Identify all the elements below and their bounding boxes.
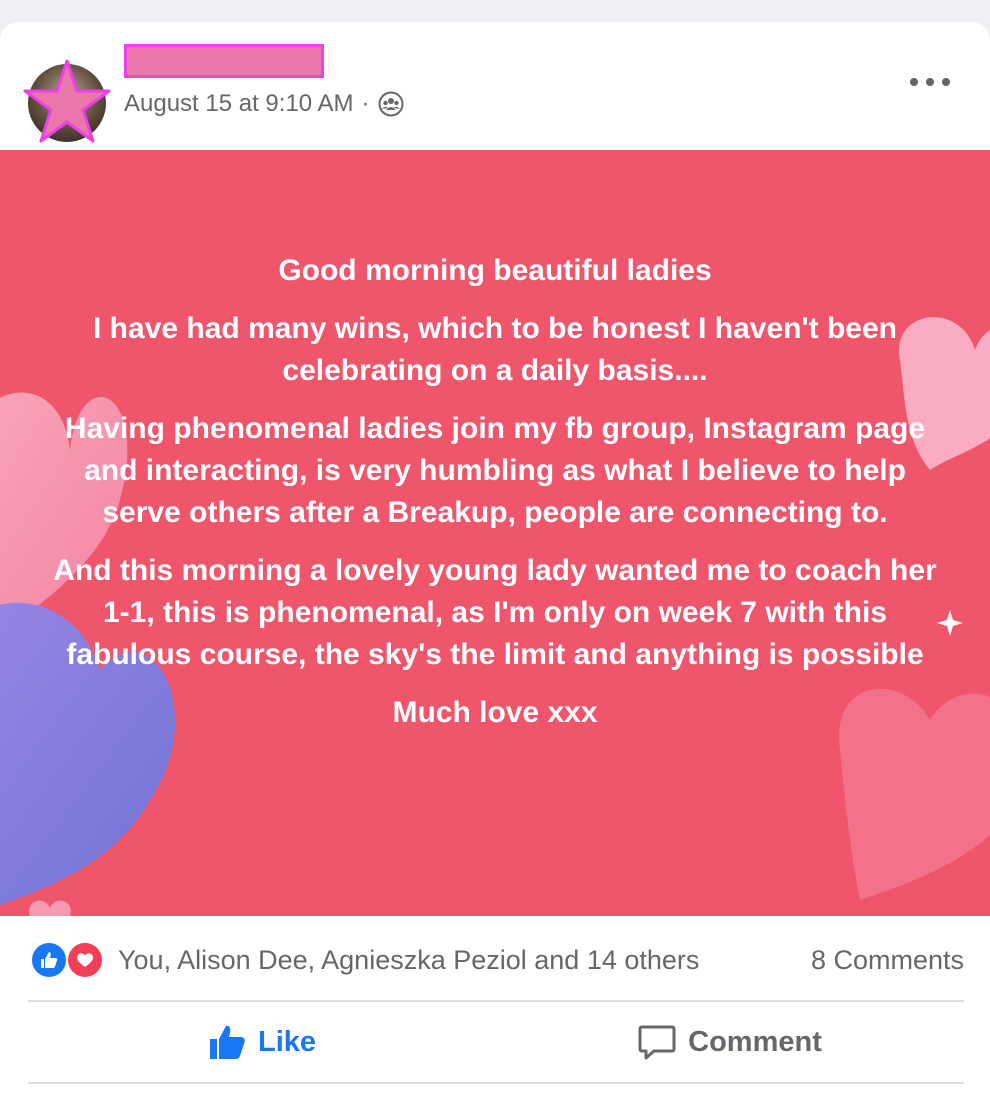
avatar[interactable] (22, 58, 112, 148)
action-bar: Like Comment (28, 1004, 964, 1080)
post-paragraph: Good morning beautiful ladies (278, 254, 712, 287)
reaction-icons[interactable] (30, 941, 106, 979)
post-text: Good morning beautiful ladies I have had… (50, 250, 940, 750)
more-dot (926, 78, 934, 86)
post-paragraph: Having phenomenal ladies join my fb grou… (64, 412, 926, 529)
post-paragraph: And this morning a lovely young lady wan… (53, 554, 937, 671)
comments-count[interactable]: 8 Comments (811, 945, 964, 976)
more-options-icon[interactable] (910, 72, 950, 92)
star-icon (23, 59, 111, 143)
author-name-redacted[interactable] (124, 44, 324, 78)
post-card: August 15 at 9:10 AM · Good morning beau… (0, 22, 990, 1104)
divider (28, 1000, 964, 1002)
like-label: Like (257, 1025, 317, 1058)
group-icon[interactable] (378, 91, 404, 117)
more-dot (942, 78, 950, 86)
thumbs-up-icon (209, 1025, 245, 1059)
post-timestamp[interactable]: August 15 at 9:10 AM (124, 90, 354, 118)
comment-label: Comment (688, 1025, 822, 1058)
post-paragraph: Much love xxx (392, 696, 598, 729)
post-paragraph: I have had many wins, which to be honest… (93, 312, 897, 387)
love-icon (66, 941, 104, 979)
comment-button[interactable]: Comment (496, 1004, 964, 1080)
sparkle-shape (937, 610, 963, 636)
reactions-row: You, Alison Dee, Agnieszka Peziol and 14… (30, 938, 964, 982)
reactors-summary[interactable]: You, Alison Dee, Agnieszka Peziol and 14… (118, 945, 699, 976)
like-icon (30, 941, 68, 979)
heart-shape (29, 900, 71, 916)
post-meta: August 15 at 9:10 AM · (124, 90, 404, 118)
like-button[interactable]: Like (28, 1004, 496, 1080)
post-background: Good morning beautiful ladies I have had… (0, 150, 990, 916)
comment-bubble-icon (638, 1025, 676, 1060)
divider (28, 1082, 964, 1084)
meta-separator: · (361, 90, 370, 117)
more-dot (910, 78, 918, 86)
